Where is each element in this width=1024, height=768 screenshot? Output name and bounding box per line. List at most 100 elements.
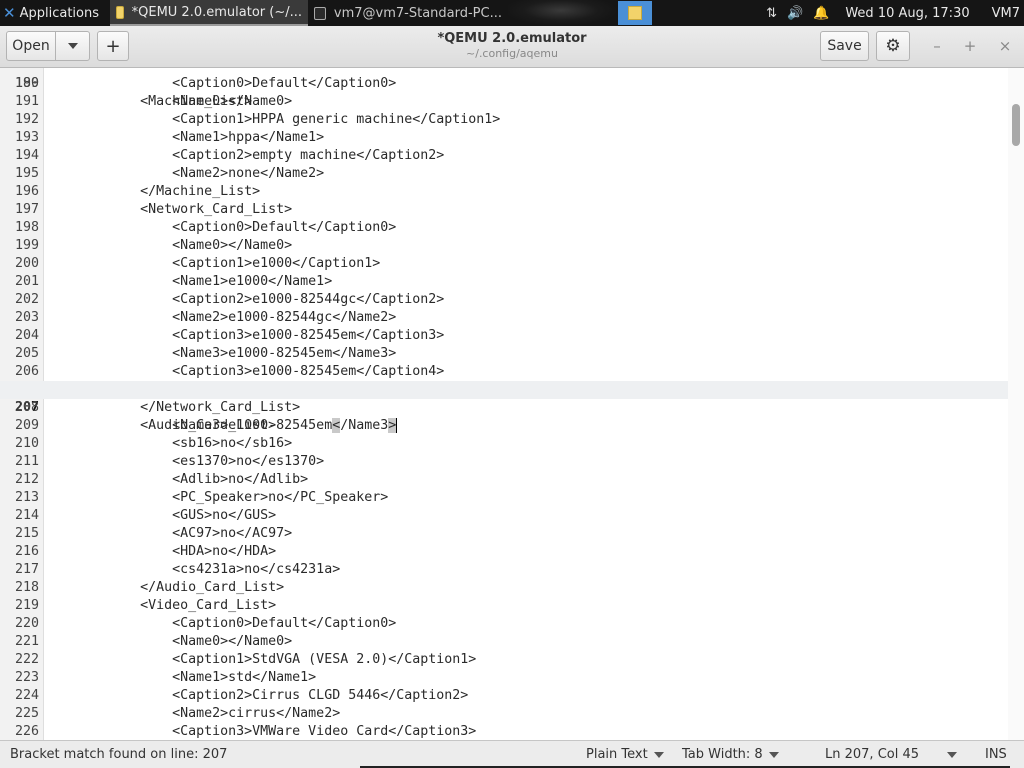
minimize-button[interactable]: –	[927, 37, 947, 55]
code-line[interactable]: 196 </Machine_List>	[0, 183, 1008, 201]
code-line[interactable]: 203 <Name2>e1000-82544gc</Name2>	[0, 309, 1008, 327]
line-text[interactable]: <Adlib>no</Adlib>	[44, 471, 308, 489]
line-text[interactable]: <Name1>hppa</Name1>	[44, 129, 324, 147]
line-text[interactable]: <cs4231a>no</cs4231a>	[44, 561, 340, 579]
line-text[interactable]: <Caption0>Default</Caption0>	[44, 75, 396, 93]
tab-width-selector[interactable]: Tab Width: 8	[682, 747, 779, 762]
language-selector[interactable]: Plain Text	[586, 747, 664, 762]
line-text[interactable]: <Name0></Name0>	[44, 633, 292, 651]
line-text[interactable]: <Caption0>Default</Caption0>	[44, 219, 396, 237]
code-line[interactable]: 204 <Caption3>e1000-82545em</Caption3>	[0, 327, 1008, 345]
save-button[interactable]: Save	[820, 31, 869, 61]
code-line[interactable]: 189 <Machine_List>	[0, 68, 1008, 109]
code-line[interactable]: 211 <es1370>no</es1370>	[0, 453, 1008, 471]
line-text[interactable]: <Caption1>HPPA generic machine</Caption1…	[44, 111, 500, 129]
line-text[interactable]: <Caption3>e1000-82545em</Caption4>	[44, 363, 444, 381]
code-line[interactable]: 210 <sb16>no</sb16>	[0, 435, 1008, 453]
code-line[interactable]: 198 <Caption0>Default</Caption0>	[0, 219, 1008, 237]
line-text[interactable]: <AC97>no</AC97>	[44, 525, 292, 543]
code-line[interactable]: 223 <Name1>std</Name1>	[0, 669, 1008, 687]
code-line[interactable]: 216 <HDA>no</HDA>	[0, 543, 1008, 561]
code-line[interactable]: 221 <Name0></Name0>	[0, 633, 1008, 651]
line-text[interactable]: <Caption1>StdVGA (VESA 2.0)</Caption1>	[44, 651, 476, 669]
code-line[interactable]: 195 <Name2>none</Name2>	[0, 165, 1008, 183]
line-text[interactable]: <Name0></Name0>	[44, 237, 292, 255]
line-text[interactable]: <Audio_Card_List>	[44, 417, 276, 435]
text-editor-area[interactable]: 189 <Machine_List> 190 <Caption0>Default…	[0, 68, 1024, 740]
code-line[interactable]: 218 </Audio_Card_List>	[0, 579, 1008, 597]
line-text[interactable]: <Caption2>empty machine</Caption2>	[44, 147, 444, 165]
text-lines[interactable]: 189 <Machine_List> 190 <Caption0>Default…	[0, 68, 1008, 740]
cursor-position-selector[interactable]: Ln 207, Col 45	[825, 747, 958, 762]
line-text[interactable]: <es1370>no</es1370>	[44, 453, 324, 471]
settings-gear-button[interactable]: ⚙	[876, 31, 910, 61]
clock[interactable]: Wed 10 Aug, 17:30	[845, 6, 969, 21]
line-text[interactable]: <Name3>e1000-82545em</Name3>	[44, 345, 396, 363]
volume-icon[interactable]: 🔊	[787, 6, 803, 21]
line-text[interactable]: <Caption1>e1000</Caption1>	[44, 255, 380, 273]
code-line[interactable]: 192 <Caption1>HPPA generic machine</Capt…	[0, 111, 1008, 129]
notification-bell-icon[interactable]: 🔔	[813, 6, 829, 21]
line-text[interactable]: <Caption3>e1000-82545em</Caption3>	[44, 327, 444, 345]
code-line[interactable]: 206 <Caption3>e1000-82545em</Caption4>	[0, 363, 1008, 381]
line-text[interactable]: <Name2>cirrus</Name2>	[44, 705, 340, 723]
code-line[interactable]: 224 <Caption2>Cirrus CLGD 5446</Caption2…	[0, 687, 1008, 705]
code-line[interactable]: 199 <Name0></Name0>	[0, 237, 1008, 255]
code-line[interactable]: 209 <Audio_Card_List>	[0, 417, 1008, 435]
open-button[interactable]: Open	[6, 31, 56, 61]
line-text[interactable]: <Caption2>e1000-82544gc</Caption2>	[44, 291, 444, 309]
scrollbar-thumb[interactable]	[1012, 104, 1020, 146]
code-line[interactable]: 213 <PC_Speaker>no</PC_Speaker>	[0, 489, 1008, 507]
code-line[interactable]: 202 <Caption2>e1000-82544gc</Caption2>	[0, 291, 1008, 309]
code-line[interactable]: 225 <Name2>cirrus</Name2>	[0, 705, 1008, 723]
maximize-button[interactable]: +	[960, 37, 980, 55]
show-editor-button[interactable]	[618, 1, 653, 25]
line-text[interactable]: <Name0></Name0>	[44, 93, 292, 111]
line-text[interactable]: <GUS>no</GUS>	[44, 507, 276, 525]
code-line[interactable]: 222 <Caption1>StdVGA (VESA 2.0)</Caption…	[0, 651, 1008, 669]
line-text[interactable]: <Caption0>Default</Caption0>	[44, 615, 396, 633]
network-icon[interactable]: ⇅	[766, 6, 777, 21]
code-line[interactable]: 191 <Name0></Name0>	[0, 93, 1008, 111]
code-line[interactable]: 205 <Name3>e1000-82545em</Name3>	[0, 345, 1008, 363]
code-line[interactable]: 214 <GUS>no</GUS>	[0, 507, 1008, 525]
line-text[interactable]: <Network_Card_List>	[44, 201, 292, 219]
line-text[interactable]: <HDA>no</HDA>	[44, 543, 276, 561]
code-line[interactable]: 200 <Caption1>e1000</Caption1>	[0, 255, 1008, 273]
code-line[interactable]: 220 <Caption0>Default</Caption0>	[0, 615, 1008, 633]
new-document-button[interactable]: +	[97, 31, 129, 61]
current-line[interactable]: 207 <Name3>e1000-82545em</Name3>	[0, 381, 1008, 433]
taskbar-task-terminal[interactable]: vm7@vm7-Standard-PC...	[308, 0, 508, 26]
line-text[interactable]: <Name1>std</Name1>	[44, 669, 316, 687]
line-text[interactable]: <sb16>no</sb16>	[44, 435, 292, 453]
user-menu[interactable]: VM7	[992, 6, 1020, 21]
close-button[interactable]: ×	[995, 37, 1015, 55]
code-line[interactable]: 208 </Network_Card_List>	[0, 399, 1008, 417]
line-text[interactable]: </Network_Card_List>	[44, 399, 300, 417]
applications-menu[interactable]: ✕ Applications	[0, 0, 110, 26]
vertical-scrollbar[interactable]	[1008, 68, 1024, 740]
code-line[interactable]: 226 <Caption3>VMWare Video Card</Caption…	[0, 723, 1008, 740]
code-line[interactable]: 194 <Caption2>empty machine</Caption2>	[0, 147, 1008, 165]
code-line[interactable]: 215 <AC97>no</AC97>	[0, 525, 1008, 543]
line-text[interactable]: <PC_Speaker>no</PC_Speaker>	[44, 489, 388, 507]
insert-mode[interactable]: INS	[985, 747, 1007, 762]
code-line[interactable]: 197 <Network_Card_List>	[0, 201, 1008, 219]
line-text[interactable]: <Caption2>Cirrus CLGD 5446</Caption2>	[44, 687, 468, 705]
line-text[interactable]: </Machine_List>	[44, 183, 260, 201]
task-label: *QEMU 2.0.emulator (~/...	[131, 4, 302, 20]
code-line[interactable]: 217 <cs4231a>no</cs4231a>	[0, 561, 1008, 579]
line-text[interactable]: <Caption3>VMWare Video Card</Caption3>	[44, 723, 476, 740]
line-text[interactable]: <Video_Card_List>	[44, 597, 276, 615]
code-line[interactable]: 212 <Adlib>no</Adlib>	[0, 471, 1008, 489]
line-text[interactable]: <Name2>e1000-82544gc</Name2>	[44, 309, 396, 327]
taskbar-task-editor[interactable]: *QEMU 2.0.emulator (~/...	[110, 0, 308, 26]
code-line[interactable]: 219 <Video_Card_List>	[0, 597, 1008, 615]
open-menu-button[interactable]	[55, 31, 90, 61]
line-text[interactable]: </Audio_Card_List>	[44, 579, 284, 597]
line-text[interactable]: <Name2>none</Name2>	[44, 165, 324, 183]
code-line[interactable]: 193 <Name1>hppa</Name1>	[0, 129, 1008, 147]
code-line[interactable]: 190 <Caption0>Default</Caption0>	[0, 75, 1008, 93]
line-text[interactable]: <Name1>e1000</Name1>	[44, 273, 332, 291]
code-line[interactable]: 201 <Name1>e1000</Name1>	[0, 273, 1008, 291]
